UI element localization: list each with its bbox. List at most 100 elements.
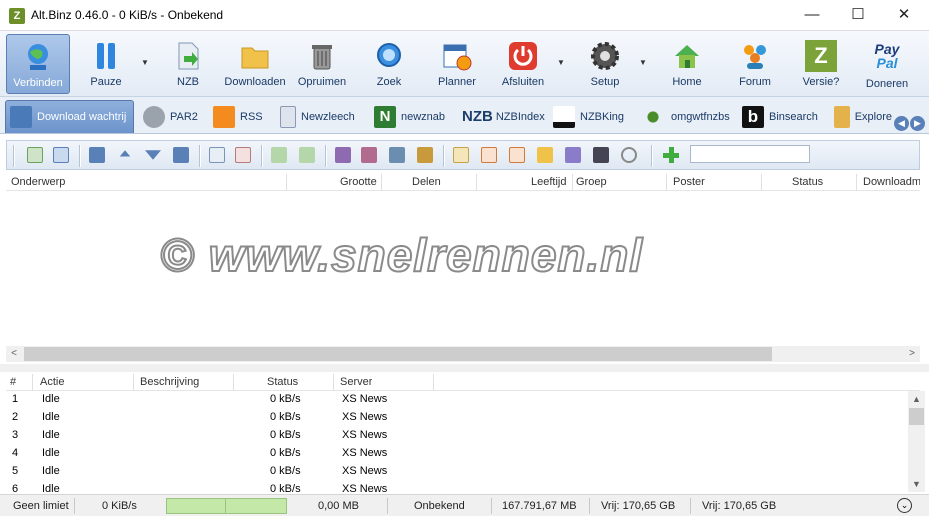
pause-dropdown-icon[interactable]: ▼ <box>141 58 149 67</box>
col-poster[interactable]: Poster <box>673 176 705 188</box>
export-icon[interactable] <box>481 147 497 163</box>
col-size[interactable]: Grootte <box>340 176 377 188</box>
books-add-icon[interactable] <box>389 147 405 163</box>
setup-button[interactable]: Setup <box>585 34 625 94</box>
col-age[interactable]: Leeftijd <box>531 176 566 188</box>
connection-row[interactable]: 4 Idle 0 kB/s XS News <box>6 445 906 463</box>
col-description[interactable]: Beschrijving <box>140 376 199 388</box>
conn-server: XS News <box>342 411 388 423</box>
conn-server: XS News <box>342 393 388 405</box>
connection-row[interactable]: 1 Idle 0 kB/s XS News <box>6 391 906 409</box>
toolbar-separator <box>199 145 201 167</box>
remove-file-icon[interactable] <box>235 147 251 163</box>
col-download[interactable]: Downloadma <box>863 176 920 188</box>
add-file-icon[interactable] <box>209 147 225 163</box>
col-number[interactable]: # <box>10 376 16 388</box>
planner-button[interactable]: Planner <box>434 34 480 94</box>
pause-button[interactable]: Pauze <box>84 34 128 94</box>
tab-newznab[interactable]: Nnewznab <box>370 100 452 133</box>
nzb-button[interactable]: NZB <box>168 34 208 94</box>
start-icon[interactable] <box>27 147 43 163</box>
books-remove-icon[interactable] <box>361 147 377 163</box>
search-button[interactable]: Zoek <box>369 34 409 94</box>
watermark: © www.snelrennen.nl <box>159 228 644 282</box>
move-bottom-icon[interactable] <box>173 147 189 163</box>
scroll-thumb[interactable] <box>24 347 772 361</box>
import-icon[interactable] <box>509 147 525 163</box>
move-down-icon[interactable] <box>145 150 161 160</box>
col-action[interactable]: Actie <box>40 376 64 388</box>
setup-dropdown-icon[interactable]: ▼ <box>639 58 647 67</box>
add-icon[interactable] <box>663 147 679 163</box>
filter-input[interactable] <box>690 145 810 163</box>
shutdown-button[interactable]: Afsluiten <box>499 34 547 94</box>
col-parts[interactable]: Delen <box>412 176 441 188</box>
current-speed: 0 KiB/s <box>102 500 137 512</box>
tab-binsearch[interactable]: b Binsearch <box>738 100 826 133</box>
shutdown-dropdown-icon[interactable]: ▼ <box>557 58 565 67</box>
books-icon[interactable] <box>335 147 351 163</box>
tab-newzleech[interactable]: Newzleech <box>276 100 364 133</box>
version-button[interactable]: Z Versie? <box>799 34 843 94</box>
books-folder-icon[interactable] <box>417 147 433 163</box>
queue-hscrollbar[interactable]: < > <box>6 346 920 362</box>
tab-download-queue[interactable]: Download wachtrij <box>5 100 134 133</box>
move-up-icon[interactable] <box>117 150 133 160</box>
forum-button[interactable]: Forum <box>735 34 775 94</box>
open-folder-icon[interactable] <box>537 147 553 163</box>
connection-row[interactable]: 2 Idle 0 kB/s XS News <box>6 409 906 427</box>
planner-label: Planner <box>438 76 476 88</box>
tab-label: NZBIndex <box>495 110 545 123</box>
col-conn-status[interactable]: Status <box>267 376 298 388</box>
tab-next-button[interactable]: ▶ <box>910 116 925 131</box>
col-group[interactable]: Groep <box>576 176 607 188</box>
col-status[interactable]: Status <box>792 176 823 188</box>
scroll-right-arrow[interactable]: > <box>904 346 920 362</box>
move-top-icon[interactable] <box>89 147 105 163</box>
newznab-icon: N <box>374 105 396 128</box>
col-subject[interactable]: Onderwerp <box>11 176 65 188</box>
scroll-down-arrow[interactable]: ▼ <box>908 476 925 492</box>
tab-omgwtfnzbs[interactable]: omgwtfnzbs <box>636 100 732 133</box>
column-divider <box>286 174 287 191</box>
home-button[interactable]: Home <box>667 34 707 94</box>
trash-icon <box>312 45 332 70</box>
scroll-left-arrow[interactable]: < <box>6 346 22 362</box>
connect-button[interactable]: Verbinden <box>6 34 70 94</box>
column-divider <box>572 174 573 191</box>
connection-row[interactable]: 5 Idle 0 kB/s XS News <box>6 463 906 481</box>
chevron-down-icon[interactable]: ⌄ <box>897 498 912 513</box>
edit-icon[interactable] <box>453 147 469 163</box>
pause-item-icon[interactable] <box>53 147 69 163</box>
rss-icon <box>213 105 235 128</box>
tab-prev-button[interactable]: ◀ <box>894 116 909 131</box>
scroll-up-arrow[interactable]: ▲ <box>908 391 925 407</box>
play-icon[interactable] <box>565 147 581 163</box>
tab-explore[interactable]: Explore <box>830 100 892 133</box>
connections-list: 1 Idle 0 kB/s XS News 2 Idle 0 kB/s XS News 3 I… <box>6 391 908 492</box>
tab-par2[interactable]: PAR2 <box>139 100 205 133</box>
download-button[interactable]: Downloaden <box>224 34 286 94</box>
connection-row[interactable]: 3 Idle 0 kB/s XS News <box>6 427 906 445</box>
scroll-thumb[interactable] <box>909 408 924 425</box>
maximize-button[interactable]: ☐ <box>835 0 881 31</box>
close-button[interactable]: ✕ <box>881 0 927 31</box>
expand-icon[interactable] <box>271 147 287 163</box>
connections-vscrollbar[interactable]: ▲ ▼ <box>908 391 925 492</box>
tab-nzbindex[interactable]: NZB NZBIndex <box>458 100 545 133</box>
donate-button[interactable]: Pay Pal Doneren <box>863 34 911 94</box>
tab-rss[interactable]: RSS <box>209 100 269 133</box>
speed-limit[interactable]: Geen limiet <box>13 500 69 512</box>
cmd-icon[interactable] <box>593 147 609 163</box>
cleanup-button[interactable]: Opruimen <box>297 34 347 94</box>
conn-status: 0 kB/s <box>270 447 301 459</box>
tab-label: Newzleech <box>301 110 355 123</box>
pane-splitter[interactable] <box>0 364 929 372</box>
col-server[interactable]: Server <box>340 376 372 388</box>
connection-row[interactable]: 6 Idle 0 kB/s XS News <box>6 481 906 492</box>
collapse-icon[interactable] <box>299 147 315 163</box>
minimize-button[interactable]: — <box>789 0 835 31</box>
timer-icon[interactable] <box>621 147 637 163</box>
tab-nzbking[interactable]: NZBKing <box>549 100 629 133</box>
calendar-icon <box>443 44 472 71</box>
